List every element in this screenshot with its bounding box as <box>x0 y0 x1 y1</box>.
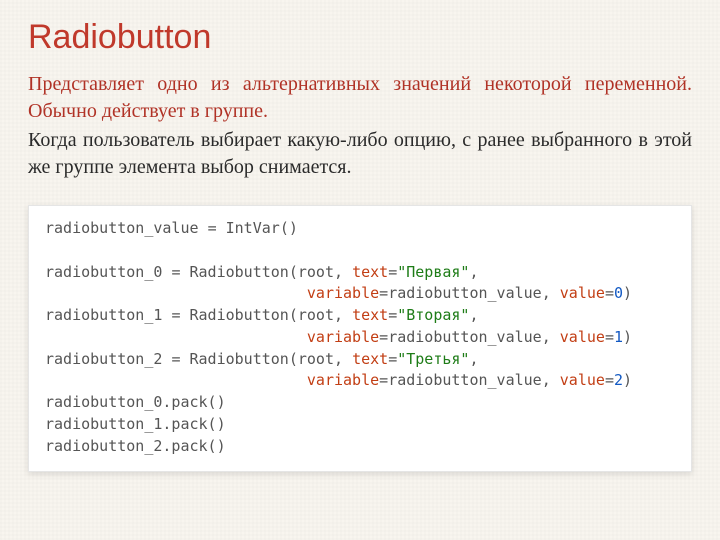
code-text: radiobutton_1.pack() <box>45 415 226 433</box>
code-text: ) <box>623 284 632 302</box>
code-text: variable <box>307 284 379 302</box>
code-text: value <box>560 284 605 302</box>
description-secondary: Когда пользователь выбирает какую-либо о… <box>28 127 692 181</box>
code-text: Radiobutton <box>180 263 288 281</box>
code-text: value <box>560 328 605 346</box>
code-text: radiobutton_2.pack() <box>45 437 226 455</box>
code-text: radiobutton_2 <box>45 350 171 368</box>
code-text: = <box>388 263 397 281</box>
code-text: = <box>388 306 397 324</box>
code-text: 0 <box>614 284 623 302</box>
code-text: , <box>469 350 478 368</box>
code-text <box>45 371 307 389</box>
code-text <box>45 328 307 346</box>
code-text: = <box>208 219 217 237</box>
code-text: = <box>379 371 388 389</box>
code-text: radiobutton_value <box>388 371 542 389</box>
code-text: 2 <box>614 371 623 389</box>
code-text: , <box>469 306 478 324</box>
code-text: = <box>605 328 614 346</box>
code-text <box>45 284 307 302</box>
code-text: radiobutton_value <box>388 328 542 346</box>
code-text: , <box>542 371 560 389</box>
code-text: () <box>280 219 298 237</box>
code-text: , <box>334 306 352 324</box>
code-text: radiobutton_value <box>45 219 208 237</box>
code-text: value <box>560 371 605 389</box>
code-text: = <box>605 284 614 302</box>
code-text: "Третья" <box>397 350 469 368</box>
code-text: variable <box>307 371 379 389</box>
code-block: radiobutton_value = IntVar() radiobutton… <box>28 205 692 472</box>
slide-title: Radiobutton <box>28 18 692 57</box>
code-text: text <box>352 263 388 281</box>
code-text: ) <box>623 371 632 389</box>
code-text: text <box>352 306 388 324</box>
code-text: radiobutton_value <box>388 284 542 302</box>
code-text: = <box>388 350 397 368</box>
code-text: , <box>469 263 478 281</box>
code-text: Radiobutton <box>180 350 288 368</box>
code-text: radiobutton_1 <box>45 306 171 324</box>
code-text: radiobutton_0.pack() <box>45 393 226 411</box>
code-text: root <box>298 306 334 324</box>
code-text: , <box>542 328 560 346</box>
code-text: text <box>352 350 388 368</box>
code-text: ( <box>289 263 298 281</box>
code-text: ( <box>289 306 298 324</box>
code-text: "Первая" <box>397 263 469 281</box>
code-text: , <box>334 350 352 368</box>
code-text: ( <box>289 350 298 368</box>
code-text: variable <box>307 328 379 346</box>
code-text: root <box>298 263 334 281</box>
code-text: = <box>605 371 614 389</box>
code-text: radiobutton_0 <box>45 263 171 281</box>
code-text: root <box>298 350 334 368</box>
code-text: Radiobutton <box>180 306 288 324</box>
code-text: , <box>542 284 560 302</box>
code-text: ) <box>623 328 632 346</box>
code-text: , <box>334 263 352 281</box>
code-text: = <box>379 328 388 346</box>
description-primary: Представляет одно из альтернативных знач… <box>28 71 692 125</box>
code-text: "Вторая" <box>397 306 469 324</box>
slide: Radiobutton Представляет одно из альтерн… <box>0 0 720 540</box>
code-text: IntVar <box>217 219 280 237</box>
code-text: = <box>379 284 388 302</box>
code-text: 1 <box>614 328 623 346</box>
